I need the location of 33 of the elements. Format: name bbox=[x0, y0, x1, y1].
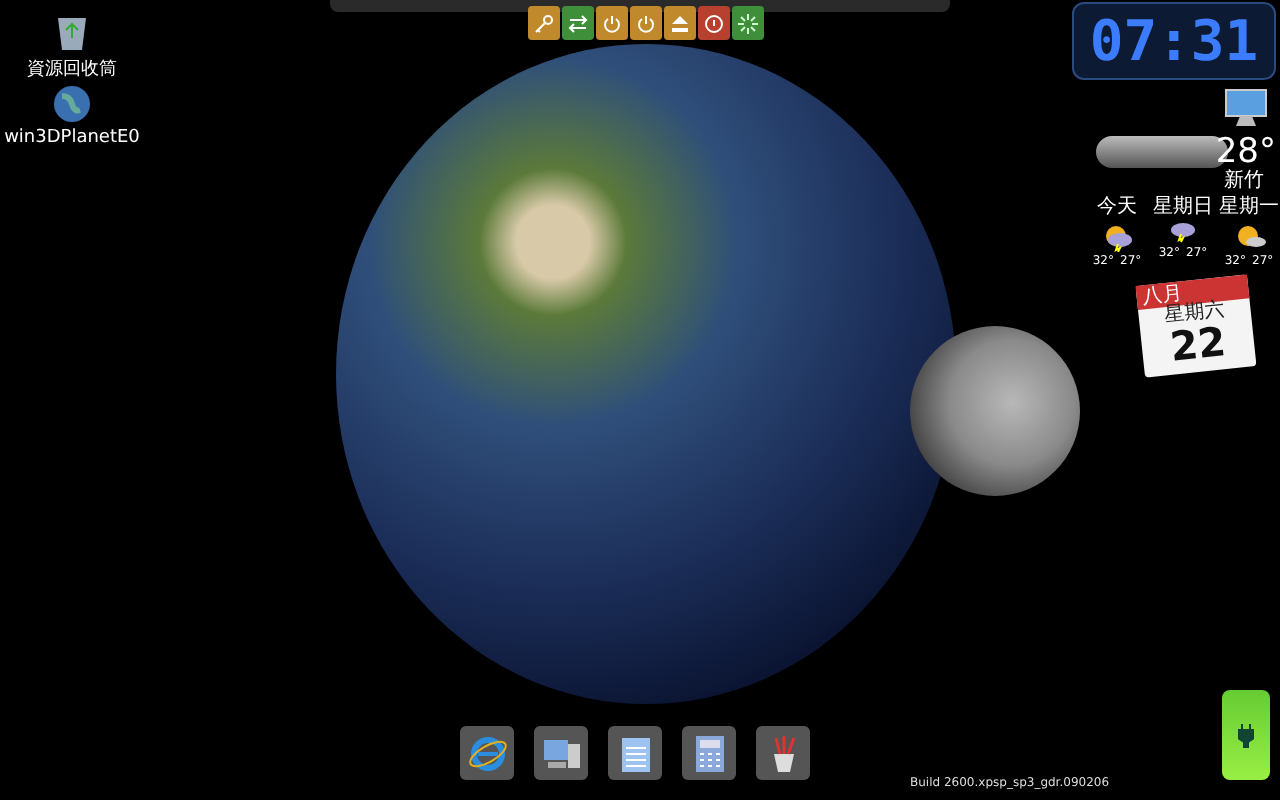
power-icon bbox=[602, 13, 622, 33]
clock-time: 07:31 bbox=[1089, 8, 1259, 74]
city-name: 新竹 bbox=[1224, 172, 1264, 192]
storm-cloud-icon bbox=[1169, 220, 1197, 244]
toolbar-button[interactable] bbox=[562, 6, 594, 40]
monitor-icon bbox=[1224, 88, 1268, 128]
burst-icon bbox=[738, 13, 758, 33]
desktop-icon-label[interactable]: win3DPlanetE0 bbox=[4, 128, 140, 148]
eject-icon bbox=[670, 13, 690, 33]
desktop-icon-label[interactable]: 資源回收筒 bbox=[27, 56, 117, 82]
power-icon bbox=[636, 13, 656, 33]
key-icon bbox=[534, 13, 554, 33]
dock-button[interactable] bbox=[460, 726, 514, 780]
dock-button[interactable] bbox=[682, 726, 736, 780]
browser-e-icon bbox=[467, 733, 507, 773]
arrows-icon bbox=[568, 13, 588, 33]
recycle-bin-icon bbox=[54, 12, 90, 52]
dock-button[interactable] bbox=[534, 726, 588, 780]
plug-icon bbox=[1238, 723, 1254, 747]
toolbar-button[interactable] bbox=[664, 6, 696, 40]
toolbar-button[interactable] bbox=[596, 6, 628, 40]
stop-icon bbox=[704, 13, 724, 33]
toolbar-button[interactable] bbox=[698, 6, 730, 40]
dock-button[interactable] bbox=[756, 726, 810, 780]
dock-button[interactable] bbox=[608, 726, 662, 780]
globe-icon bbox=[52, 84, 92, 124]
toolbar-button[interactable] bbox=[732, 6, 764, 40]
toolbar-button[interactable] bbox=[630, 6, 662, 40]
temperature: 28° bbox=[1215, 136, 1276, 170]
forecast-day: 今天 bbox=[1097, 198, 1137, 218]
forecast-day: 星期一 bbox=[1219, 198, 1279, 218]
toolbar-button[interactable] bbox=[528, 6, 560, 40]
forecast-day: 星期日 bbox=[1153, 198, 1213, 218]
